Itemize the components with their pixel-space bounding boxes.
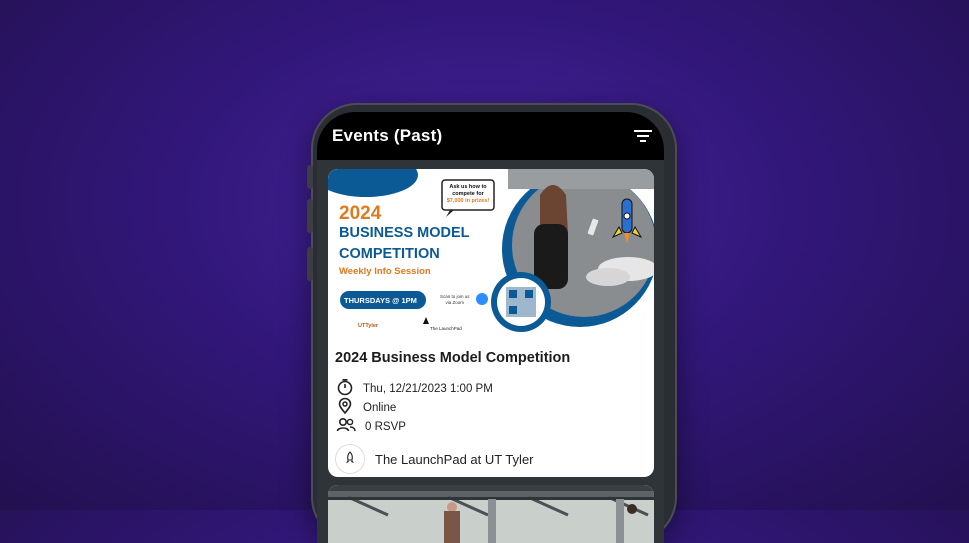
banner-line1: BUSINESS MODEL — [339, 225, 470, 241]
event-rsvp-row: 0 RSVP — [336, 416, 406, 437]
phone-frame: Events (Past) 2024 BUSINESS MODEL COMPET… — [307, 103, 677, 543]
banner-logo-left: UTTyler — [358, 323, 379, 329]
event-banner-image: 2024 BUSINESS MODEL COMPETITION Weekly I… — [328, 169, 654, 341]
location-pin-icon — [336, 397, 354, 418]
banner-year: 2024 — [339, 203, 382, 224]
phone-side-button — [307, 165, 313, 189]
banner-line2: COMPETITION — [339, 246, 440, 262]
filter-icon[interactable] — [632, 125, 654, 147]
event-card[interactable]: 2024 BUSINESS MODEL COMPETITION Weekly I… — [328, 169, 654, 477]
event-title: 2024 Business Model Competition — [335, 350, 571, 366]
banner-zoom-text: Scan to join us via Zoom — [440, 294, 470, 305]
banner-logo-right: The LaunchPad — [430, 326, 462, 331]
event-datetime-row: Thu, 12/21/2023 1:00 PM — [336, 378, 493, 399]
app-bar: Events (Past) — [317, 112, 664, 160]
timer-icon — [336, 378, 354, 399]
rocket-icon — [344, 450, 356, 468]
banner-pill: THURSDAYS @ 1PM — [344, 296, 417, 305]
phone-side-button — [307, 199, 313, 233]
page-title: Events (Past) — [332, 126, 443, 145]
phone-screen: Events (Past) 2024 BUSINESS MODEL COMPET… — [317, 112, 664, 543]
event-banner-image — [328, 485, 654, 543]
people-icon — [336, 416, 356, 437]
event-card[interactable] — [328, 485, 654, 543]
organizer-avatar — [335, 444, 365, 474]
event-location: Online — [363, 401, 397, 414]
organizer-name: The LaunchPad at UT Tyler — [375, 451, 534, 467]
organizer-row[interactable]: The LaunchPad at UT Tyler — [335, 444, 534, 474]
banner-bubble: Ask us how to compete for $7,000 in priz… — [446, 184, 490, 204]
event-rsvp: 0 RSVP — [365, 420, 406, 433]
phone-side-button — [307, 247, 313, 281]
event-datetime: Thu, 12/21/2023 1:00 PM — [363, 382, 493, 395]
event-location-row: Online — [336, 397, 396, 418]
banner-subtitle: Weekly Info Session — [339, 266, 431, 277]
